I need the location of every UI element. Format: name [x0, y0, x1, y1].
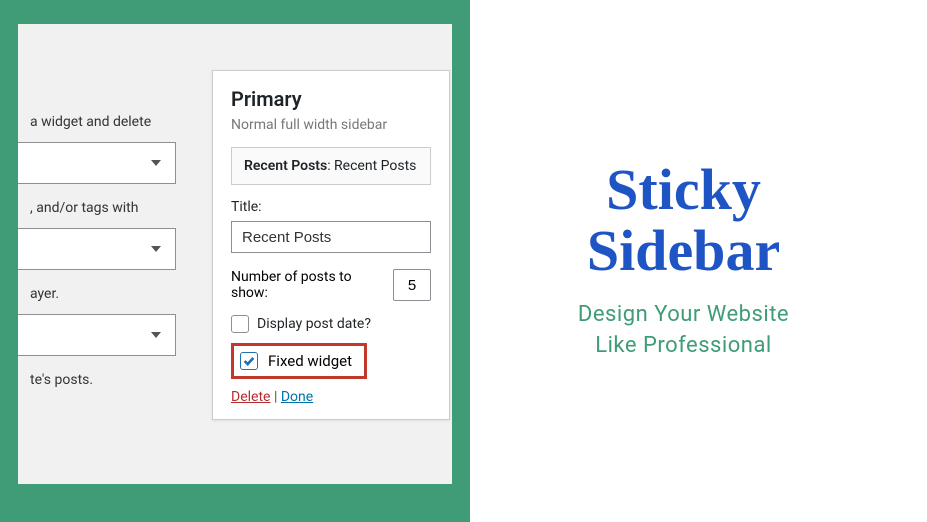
- widget-dropdown[interactable]: [18, 228, 176, 270]
- title-input[interactable]: [231, 221, 431, 253]
- chevron-down-icon: [151, 160, 161, 166]
- widget-instance: : Recent Posts: [327, 158, 416, 174]
- widgets-available-column: a widget and delete , and/or tags with a…: [18, 24, 198, 400]
- done-link[interactable]: Done: [281, 389, 313, 405]
- widget-actions: Delete | Done: [231, 389, 431, 405]
- separator: |: [274, 389, 281, 405]
- hint-text: te's posts.: [18, 372, 198, 388]
- sidebar-description: Normal full width sidebar: [231, 117, 431, 133]
- promo-left-panel: a widget and delete , and/or tags with a…: [0, 0, 470, 522]
- fixed-widget-label: Fixed widget: [268, 352, 352, 370]
- chevron-down-icon: [151, 332, 161, 338]
- num-posts-label: Number of posts to show:: [231, 269, 385, 301]
- primary-sidebar-widget-panel: Primary Normal full width sidebar Recent…: [212, 70, 450, 420]
- chevron-down-icon: [151, 246, 161, 252]
- hint-text: a widget and delete: [18, 114, 198, 130]
- display-date-label: Display post date?: [257, 316, 371, 332]
- title-label: Title:: [231, 199, 431, 215]
- widget-dropdown[interactable]: [18, 142, 176, 184]
- num-posts-input[interactable]: [393, 269, 431, 301]
- promo-tagline: Design Your Website Like Professional: [578, 300, 789, 362]
- hint-text: ayer.: [18, 286, 198, 302]
- wp-admin-screenshot: a widget and delete , and/or tags with a…: [18, 24, 452, 484]
- widget-header[interactable]: Recent Posts: Recent Posts: [231, 147, 431, 185]
- fixed-widget-highlight: Fixed widget: [231, 343, 367, 379]
- display-date-checkbox[interactable]: [231, 315, 249, 333]
- delete-link[interactable]: Delete: [231, 389, 270, 405]
- display-date-row[interactable]: Display post date?: [231, 315, 431, 333]
- widget-name: Recent Posts: [244, 158, 327, 174]
- widget-dropdown[interactable]: [18, 314, 176, 356]
- hint-text: , and/or tags with: [18, 200, 198, 216]
- promo-headline: Sticky Sidebar: [587, 160, 780, 282]
- promo-right-panel: Sticky Sidebar Design Your Website Like …: [470, 0, 927, 522]
- fixed-widget-checkbox[interactable]: [240, 352, 258, 370]
- sidebar-title: Primary: [231, 87, 431, 111]
